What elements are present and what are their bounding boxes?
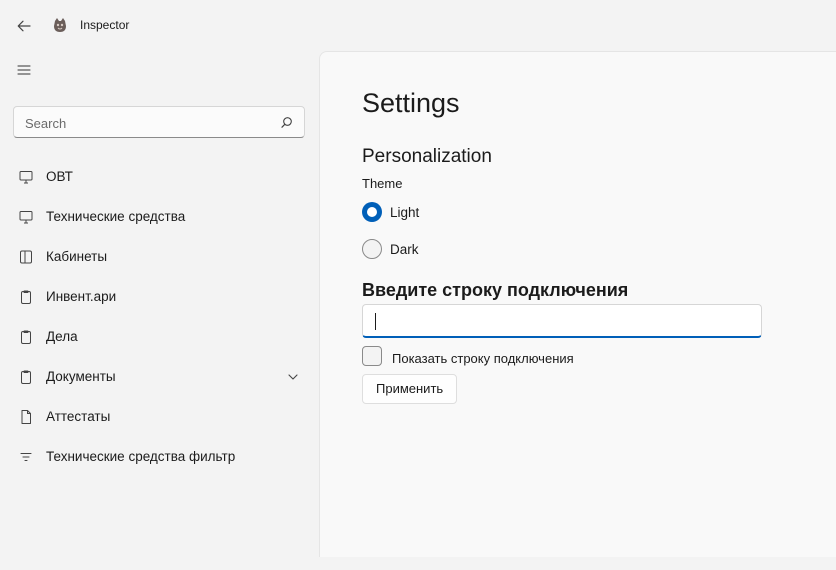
radio-label: Light xyxy=(390,205,420,220)
clipboard-icon xyxy=(18,289,34,305)
sidebar-item-cases[interactable]: Дела xyxy=(0,317,318,357)
app-logo-icon xyxy=(52,17,68,33)
sidebar-item-documents[interactable]: Документы xyxy=(0,357,318,397)
hamburger-icon xyxy=(17,65,31,75)
sidebar-item-tech-means[interactable]: Технические средства xyxy=(0,197,318,237)
sidebar-item-certificates[interactable]: Аттестаты xyxy=(0,397,318,437)
clipboard-icon xyxy=(18,329,34,345)
sidebar-item-inventory[interactable]: Инвент.ари xyxy=(0,277,318,317)
sidebar-item-cabinets[interactable]: Кабинеты xyxy=(0,237,318,277)
theme-light-radio[interactable]: Light xyxy=(362,202,562,224)
sidebar-item-label: Дела xyxy=(46,329,78,344)
show-connection-checkbox[interactable]: Показать строку подключения xyxy=(362,346,662,368)
back-button[interactable] xyxy=(12,14,36,38)
settings-page: Settings Personalization Theme Light Dar… xyxy=(319,51,836,557)
monitor-icon xyxy=(18,209,34,225)
app-title: Inspector xyxy=(80,18,130,32)
sidebar-item-label: ОВТ xyxy=(46,169,73,184)
sidebar-item-label: Инвент.ари xyxy=(46,289,117,304)
sidebar-item-label: Технические средства xyxy=(46,209,186,224)
menu-toggle-button[interactable] xyxy=(12,58,36,82)
clipboard-icon xyxy=(18,369,34,385)
sidebar-item-ovt[interactable]: ОВТ xyxy=(0,157,318,197)
panel-icon xyxy=(18,249,34,265)
connection-string-caret-layer xyxy=(362,304,762,338)
radio-unselected-indicator[interactable] xyxy=(362,239,382,259)
page-title: Settings xyxy=(362,88,460,118)
sidebar-item-label: Аттестаты xyxy=(46,409,111,424)
theme-dark-radio[interactable]: Dark xyxy=(362,239,562,261)
sidebar-item-label: Кабинеты xyxy=(46,249,108,264)
chevron-down-icon[interactable] xyxy=(286,370,300,384)
sidebar-item-label: Документы xyxy=(46,369,116,384)
theme-label: Theme xyxy=(362,176,403,191)
sidebar-item-tech-means-filter[interactable]: Технические средства фильтр xyxy=(0,437,318,477)
connection-string-heading: Введите строку подключения xyxy=(362,280,629,300)
document-icon xyxy=(18,409,34,425)
apply-button[interactable]: Применить xyxy=(362,374,458,404)
text-caret xyxy=(375,313,376,330)
sidebar-item-label: Технические средства фильтр xyxy=(46,449,236,464)
back-arrow-icon xyxy=(17,20,31,32)
checkbox-label: Показать строку подключения xyxy=(392,351,574,366)
checkbox-box[interactable] xyxy=(362,346,382,366)
search-box[interactable]: Search xyxy=(13,106,305,138)
monitor-icon xyxy=(18,169,34,185)
search-input[interactable]: Search xyxy=(25,116,66,131)
sidebar-nav: ОВТ Технические средства Кабинеты Инвент… xyxy=(0,157,318,477)
radio-label: Dark xyxy=(390,242,419,257)
filter-icon xyxy=(18,449,34,465)
personalization-heading: Personalization xyxy=(362,146,492,167)
search-icon[interactable] xyxy=(280,116,294,130)
radio-selected-indicator[interactable] xyxy=(362,202,382,222)
title-bar: Inspector xyxy=(0,0,836,52)
